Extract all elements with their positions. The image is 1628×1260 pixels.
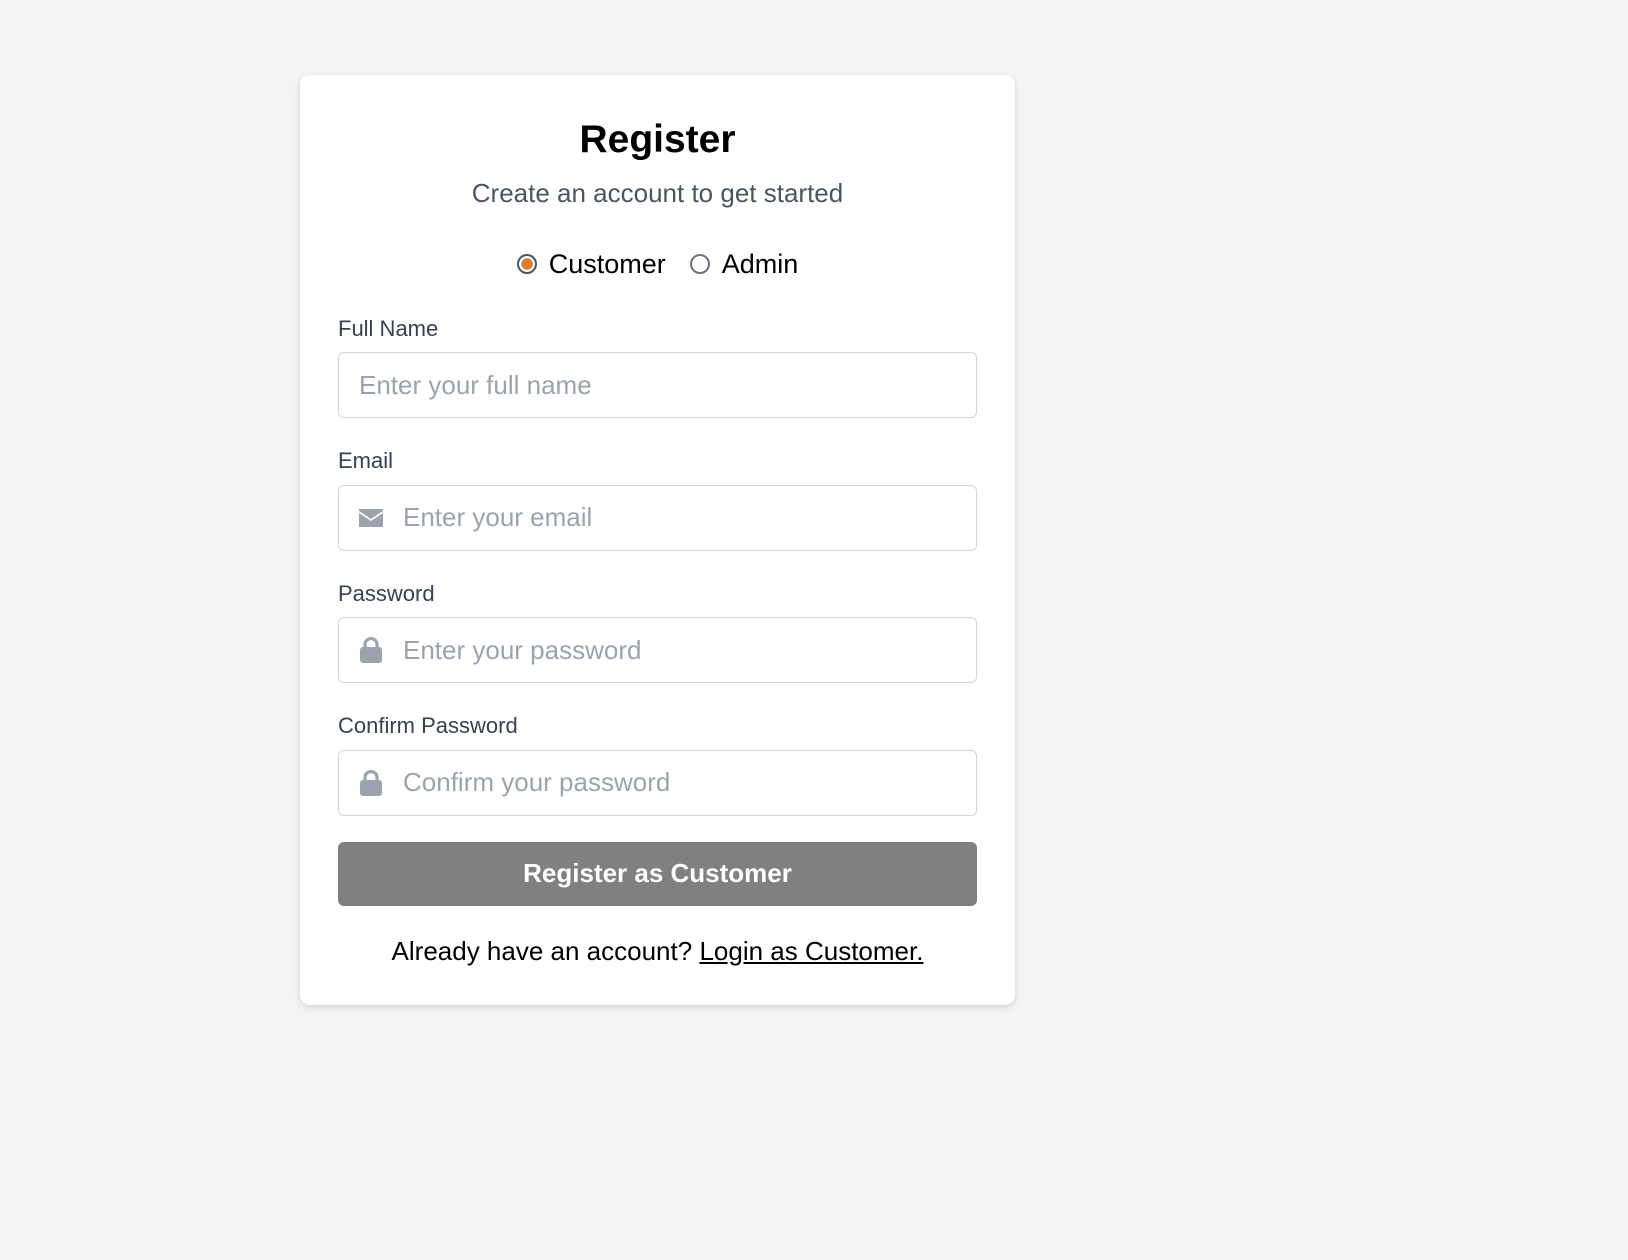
login-link[interactable]: Login as Customer. [699, 936, 923, 966]
customer-radio[interactable] [516, 254, 537, 275]
confirm-password-field: Confirm Password [338, 713, 977, 816]
email-label: Email [338, 448, 394, 474]
confirm-password-input[interactable] [339, 750, 976, 815]
role-option-customer[interactable]: Customer [516, 248, 666, 280]
confirm-password-label: Confirm Password [338, 713, 518, 739]
email-input[interactable] [339, 485, 976, 550]
customer-radio-label: Customer [548, 248, 666, 279]
login-prompt: Already have an account? Login as Custom… [338, 936, 977, 967]
full-name-label: Full Name [338, 315, 439, 341]
full-name-input[interactable] [339, 353, 976, 418]
password-field: Password [338, 580, 977, 684]
email-field: Email [338, 448, 977, 551]
password-input[interactable] [339, 618, 976, 683]
envelope-icon [358, 505, 384, 531]
lock-icon [358, 637, 384, 664]
login-prompt-text: Already have an account? [391, 935, 693, 966]
confirm-password-input-wrapper [338, 749, 977, 816]
full-name-input-wrapper [338, 352, 977, 419]
lock-icon [358, 769, 384, 796]
password-label: Password [338, 580, 435, 606]
email-input-wrapper [338, 484, 977, 551]
full-name-field: Full Name [338, 315, 977, 419]
admin-radio-label: Admin [721, 248, 799, 279]
page-title: Register [579, 118, 736, 161]
role-selector: Customer Admin [338, 249, 977, 280]
admin-radio[interactable] [689, 254, 710, 275]
page-subtitle: Create an account to get started [471, 177, 844, 208]
password-input-wrapper [338, 617, 977, 684]
role-option-admin[interactable]: Admin [689, 248, 799, 280]
register-button[interactable]: Register as Customer [338, 841, 977, 906]
register-card: Register Create an account to get starte… [300, 75, 1015, 1005]
